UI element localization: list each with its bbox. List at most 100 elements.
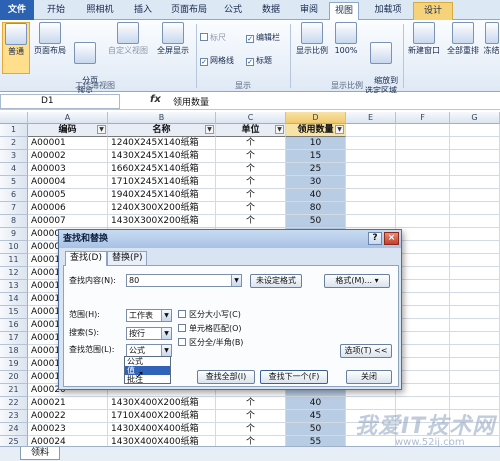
empty-cell[interactable]	[450, 384, 500, 397]
row-header[interactable]: 2	[0, 137, 28, 150]
empty-cell[interactable]	[450, 228, 500, 241]
chevron-down-icon[interactable]: ▼	[161, 310, 171, 321]
fx-icon[interactable]: fx	[150, 94, 161, 105]
ruler-checkbox[interactable]: 标尺	[200, 32, 226, 44]
zoom-button[interactable]: 显示比例	[293, 22, 331, 56]
quantity-cell[interactable]: 40	[286, 189, 346, 202]
empty-cell[interactable]	[396, 202, 450, 215]
chevron-down-icon[interactable]: ▼	[161, 328, 171, 339]
help-icon[interactable]: ?	[368, 232, 382, 245]
chevron-down-icon[interactable]: ▼	[161, 345, 171, 356]
close-button[interactable]: 关闭	[346, 370, 392, 384]
empty-cell[interactable]	[450, 332, 500, 345]
empty-cell[interactable]	[450, 280, 500, 293]
empty-cell[interactable]	[396, 319, 450, 332]
row-header[interactable]: 3	[0, 150, 28, 163]
quantity-cell[interactable]: 30	[286, 176, 346, 189]
empty-cell[interactable]	[450, 254, 500, 267]
code-cell[interactable]: A00007	[28, 215, 108, 228]
empty-cell[interactable]	[346, 176, 396, 189]
empty-cell[interactable]	[450, 241, 500, 254]
match-byte-checkbox[interactable]: 区分全/半角(B)	[178, 337, 243, 348]
empty-cell[interactable]	[450, 319, 500, 332]
unit-cell[interactable]: 个	[216, 215, 286, 228]
empty-cell[interactable]	[450, 202, 500, 215]
code-cell[interactable]: A00004	[28, 176, 108, 189]
empty-cell[interactable]	[450, 176, 500, 189]
code-cell[interactable]: A00006	[28, 202, 108, 215]
name-cell[interactable]: 1660X245X140纸箱	[108, 163, 216, 176]
gridlines-checkbox[interactable]: ✓ 网格线	[200, 55, 234, 67]
empty-cell[interactable]	[346, 189, 396, 202]
header-cell-qty[interactable]: 领用数量 ▼	[286, 124, 346, 137]
tab-find[interactable]: 查找(D)	[65, 251, 107, 266]
row-header[interactable]: 18	[0, 345, 28, 358]
code-cell[interactable]: A00002	[28, 150, 108, 163]
code-cell[interactable]: A00003	[28, 163, 108, 176]
quantity-cell[interactable]: 10	[286, 137, 346, 150]
new-window-button[interactable]: 新建窗口	[405, 22, 443, 56]
code-cell[interactable]: A00001	[28, 137, 108, 150]
row-header[interactable]: 5	[0, 176, 28, 189]
filter-dropdown-icon[interactable]: ▼	[275, 125, 284, 134]
row-header[interactable]: 11	[0, 254, 28, 267]
empty-cell[interactable]	[450, 215, 500, 228]
empty-cell[interactable]	[346, 215, 396, 228]
name-box[interactable]: D1	[0, 94, 120, 109]
zoom-100-button[interactable]: 100%	[333, 22, 359, 56]
filter-dropdown-icon[interactable]: ▼	[205, 125, 214, 134]
empty-cell[interactable]	[396, 306, 450, 319]
tab-camera[interactable]: 照相机	[80, 2, 120, 20]
unit-cell[interactable]: 个	[216, 163, 286, 176]
empty-cell[interactable]	[450, 137, 500, 150]
close-icon[interactable]: ×	[384, 232, 399, 245]
name-cell[interactable]: 1430X400X400纸箱	[108, 423, 216, 436]
row-header[interactable]: 17	[0, 332, 28, 345]
quantity-cell[interactable]: 25	[286, 163, 346, 176]
row-header[interactable]: 12	[0, 267, 28, 280]
row-header[interactable]: 16	[0, 319, 28, 332]
empty-cell[interactable]	[450, 306, 500, 319]
tab-review[interactable]: 审阅	[294, 2, 324, 20]
tab-replace[interactable]: 替换(P)	[107, 251, 148, 265]
column-header-a[interactable]: A	[28, 112, 108, 124]
tab-formulas[interactable]: 公式	[218, 2, 248, 20]
row-header[interactable]: 4	[0, 163, 28, 176]
tab-home[interactable]: 开始	[40, 2, 72, 20]
match-case-checkbox[interactable]: 区分大小写(C)	[178, 309, 241, 320]
empty-cell[interactable]	[396, 267, 450, 280]
empty-cell[interactable]	[396, 384, 450, 397]
empty-cell[interactable]	[396, 215, 450, 228]
empty-cell[interactable]	[450, 124, 500, 137]
empty-cell[interactable]	[346, 163, 396, 176]
empty-cell[interactable]	[450, 293, 500, 306]
unit-cell[interactable]: 个	[216, 410, 286, 423]
unit-cell[interactable]: 个	[216, 189, 286, 202]
page-layout-view-button[interactable]: 页面布局	[32, 22, 68, 56]
header-cell-unit[interactable]: 单位 ▼	[216, 124, 286, 137]
column-header-d[interactable]: D	[286, 112, 346, 124]
empty-cell[interactable]	[450, 189, 500, 202]
row-header[interactable]: 8	[0, 215, 28, 228]
search-select[interactable]: 按行 ▼	[126, 327, 172, 340]
empty-cell[interactable]	[396, 345, 450, 358]
empty-cell[interactable]	[450, 150, 500, 163]
format-button[interactable]: 格式(M)... ▾	[324, 274, 390, 288]
empty-cell[interactable]	[396, 241, 450, 254]
name-cell[interactable]: 1710X400X200纸箱	[108, 410, 216, 423]
select-all-corner[interactable]	[0, 112, 28, 124]
empty-cell[interactable]	[450, 371, 500, 384]
row-header[interactable]: 9	[0, 228, 28, 241]
tab-file[interactable]: 文件	[0, 0, 34, 20]
column-header-f[interactable]: F	[396, 112, 450, 124]
empty-cell[interactable]	[396, 137, 450, 150]
row-header[interactable]: 14	[0, 293, 28, 306]
unit-cell[interactable]: 个	[216, 137, 286, 150]
options-button[interactable]: 选项(T) <<	[340, 344, 392, 358]
row-header[interactable]: 10	[0, 241, 28, 254]
tab-page-layout[interactable]: 页面布局	[166, 2, 212, 20]
row-header[interactable]: 23	[0, 410, 28, 423]
tab-insert[interactable]: 插入	[128, 2, 158, 20]
arrange-all-button[interactable]: 全部重排	[444, 22, 482, 56]
match-entire-checkbox[interactable]: 单元格匹配(O)	[178, 323, 242, 334]
